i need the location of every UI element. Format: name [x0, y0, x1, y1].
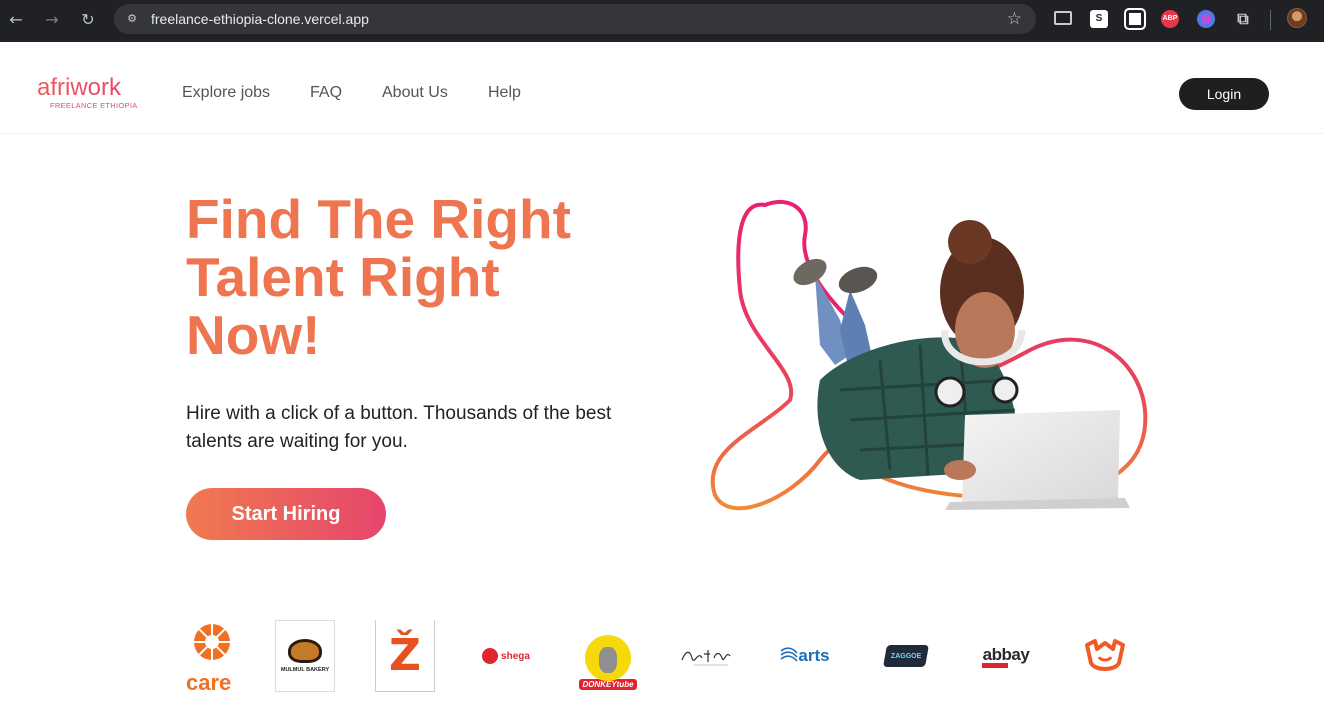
orange-emblem-icon: [1085, 639, 1125, 671]
url-text[interactable]: freelance-ethiopia-clone.vercel.app: [151, 11, 369, 27]
hero-title-line: Talent Right: [186, 246, 500, 308]
bookmark-star-icon[interactable]: ☆: [1007, 9, 1022, 29]
logo-wordmark: afriwork: [37, 76, 147, 100]
partner-donkey-tube: DONKEYtube: [579, 626, 637, 698]
person-hand: [944, 460, 976, 480]
start-hiring-button[interactable]: Start Hiring: [186, 488, 386, 540]
hero-illustration: [710, 180, 1160, 515]
partner-label: arts: [798, 646, 830, 665]
adblock-icon[interactable]: ABP: [1161, 10, 1179, 28]
profile-avatar[interactable]: [1287, 8, 1307, 28]
logo-tagline: FREELANCE ETHIOPIA: [50, 101, 138, 110]
partner-label: MULMUL BAKERY: [280, 667, 330, 673]
hero-subtitle: Hire with a click of a button. Thousands…: [186, 403, 612, 452]
script-logo-icon: [681, 650, 731, 666]
partner-care: care: [186, 620, 234, 695]
hero-title-line: Now!: [186, 304, 321, 366]
person-hair-bun: [948, 220, 992, 264]
afriwork-logo[interactable]: afriwork FREELANCE ETHIOPIA: [37, 76, 147, 116]
partner-orange-emblem: [1082, 620, 1128, 692]
headphone-cup: [991, 376, 1019, 404]
nav-explore-jobs[interactable]: Explore jobs: [182, 84, 270, 102]
hero-title: Find The Right Talent Right Now!: [186, 190, 666, 364]
laptop-screen: [962, 410, 1120, 502]
partner-z: Ž: [375, 620, 435, 692]
login-button[interactable]: Login: [1179, 78, 1269, 110]
donkey-face-icon: [585, 634, 631, 681]
site-settings-icon[interactable]: ⚙: [124, 11, 140, 27]
forward-arrow-icon[interactable]: →: [40, 8, 64, 32]
nav-faq[interactable]: FAQ: [310, 84, 342, 102]
partner-arts: arts: [779, 620, 831, 692]
partner-label: abbay: [982, 644, 1030, 664]
brain-icon[interactable]: [1197, 10, 1215, 28]
partner-mulmul-bakery: MULMUL BAKERY: [275, 620, 335, 692]
partner-label: ZAGGOE: [890, 652, 922, 660]
arts-wave-icon: [780, 647, 799, 662]
hero-title-line: Find The Right: [186, 188, 571, 250]
qr-icon[interactable]: [1124, 8, 1146, 30]
site-header: afriwork FREELANCE ETHIOPIA Explore jobs…: [0, 42, 1324, 134]
s-extension-icon[interactable]: S: [1090, 10, 1108, 28]
reload-icon[interactable]: ↻: [76, 8, 100, 32]
address-bar[interactable]: ⚙ freelance-ethiopia-clone.vercel.app ☆: [114, 4, 1036, 34]
zaggoe-badge-icon: ZAGGOE: [883, 645, 929, 667]
shega-mark-icon: [482, 648, 499, 664]
partner-zaggoe: ZAGGOE: [883, 620, 929, 692]
partner-abbay-media: abbay: [980, 620, 1032, 692]
nav-about-us[interactable]: About Us: [382, 84, 448, 102]
puzzle-icon[interactable]: ⧉: [1234, 10, 1252, 28]
browser-toolbar: ← → ↻ ⚙ freelance-ethiopia-clone.vercel.…: [0, 0, 1324, 42]
toolbar-divider: [1270, 10, 1271, 30]
partner-label: shega: [501, 650, 530, 662]
partner-script-logo: [680, 620, 732, 692]
reader-icon[interactable]: [1054, 11, 1072, 25]
abbay-media-bar: [982, 662, 1008, 668]
nav-help[interactable]: Help: [488, 84, 521, 102]
partner-label: Ž: [389, 630, 421, 681]
partner-label: care: [186, 670, 232, 695]
headphone-cup: [934, 376, 966, 408]
partner-shega: shega: [482, 620, 530, 692]
bread-icon: [288, 639, 322, 663]
back-arrow-icon[interactable]: ←: [4, 8, 28, 32]
